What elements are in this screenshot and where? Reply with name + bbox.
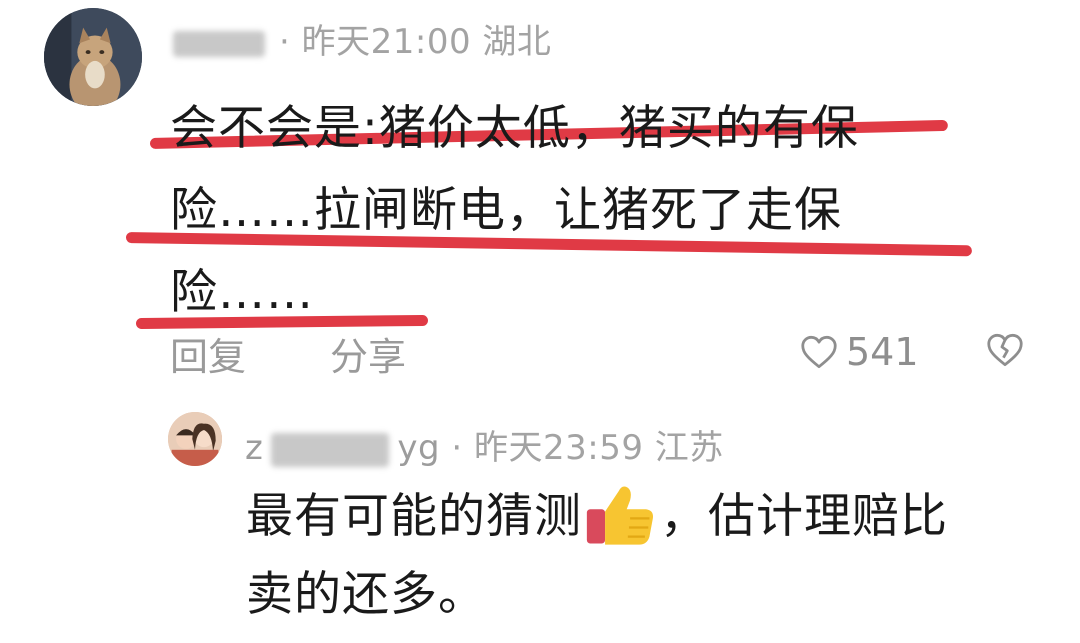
comment-line: 险…… bbox=[170, 265, 314, 320]
avatar[interactable] bbox=[44, 8, 142, 106]
cat-avatar-icon bbox=[44, 8, 142, 106]
username-blurred bbox=[271, 432, 390, 467]
like-count: 541 bbox=[846, 330, 919, 374]
comment-line: 会不会是:猪价太低，猪买的有保 bbox=[170, 101, 859, 156]
reply-line: 卖的还多。 bbox=[246, 567, 486, 622]
reply-username[interactable]: z bbox=[245, 428, 263, 468]
reply-username-end[interactable]: yg bbox=[397, 428, 440, 468]
comment-line: 险……拉闸断电，让猪死了走保 bbox=[170, 183, 842, 238]
thumbs-up-icon bbox=[586, 486, 654, 545]
like-button[interactable]: 541 bbox=[800, 330, 919, 374]
broken-heart-icon[interactable] bbox=[986, 333, 1024, 367]
reply-text-part: ，估计理赔比 bbox=[660, 489, 948, 544]
reply-text-part: 最有可能的猜测 bbox=[246, 489, 582, 544]
reply-time-location: · 昨天23:59 江苏 bbox=[451, 428, 724, 468]
reply-button[interactable]: 回复 bbox=[170, 326, 246, 381]
username-blurred[interactable] bbox=[173, 30, 265, 57]
couple-avatar-icon bbox=[168, 412, 222, 466]
comment-time-location: · 昨天21:00 湖北 bbox=[279, 22, 552, 62]
avatar[interactable] bbox=[168, 412, 222, 466]
comment-meta: · 昨天21:00 湖北 bbox=[173, 14, 551, 63]
reply-body: 最有可能的猜测 ，估计理赔比 卖的还多。 bbox=[246, 478, 1046, 634]
reply-meta: z yg · 昨天23:59 江苏 bbox=[245, 420, 724, 469]
heart-icon bbox=[801, 335, 837, 369]
reply-line: 最有可能的猜测 ，估计理赔比 bbox=[246, 478, 1046, 556]
share-button[interactable]: 分享 bbox=[330, 326, 406, 381]
comment-thread: · 昨天21:00 湖北 会不会是:猪价太低，猪买的有保 险……拉闸断电，让猪死… bbox=[0, 0, 1080, 643]
comment-body: 会不会是:猪价太低，猪买的有保 险……拉闸断电，让猪死了走保 险…… bbox=[170, 88, 970, 334]
